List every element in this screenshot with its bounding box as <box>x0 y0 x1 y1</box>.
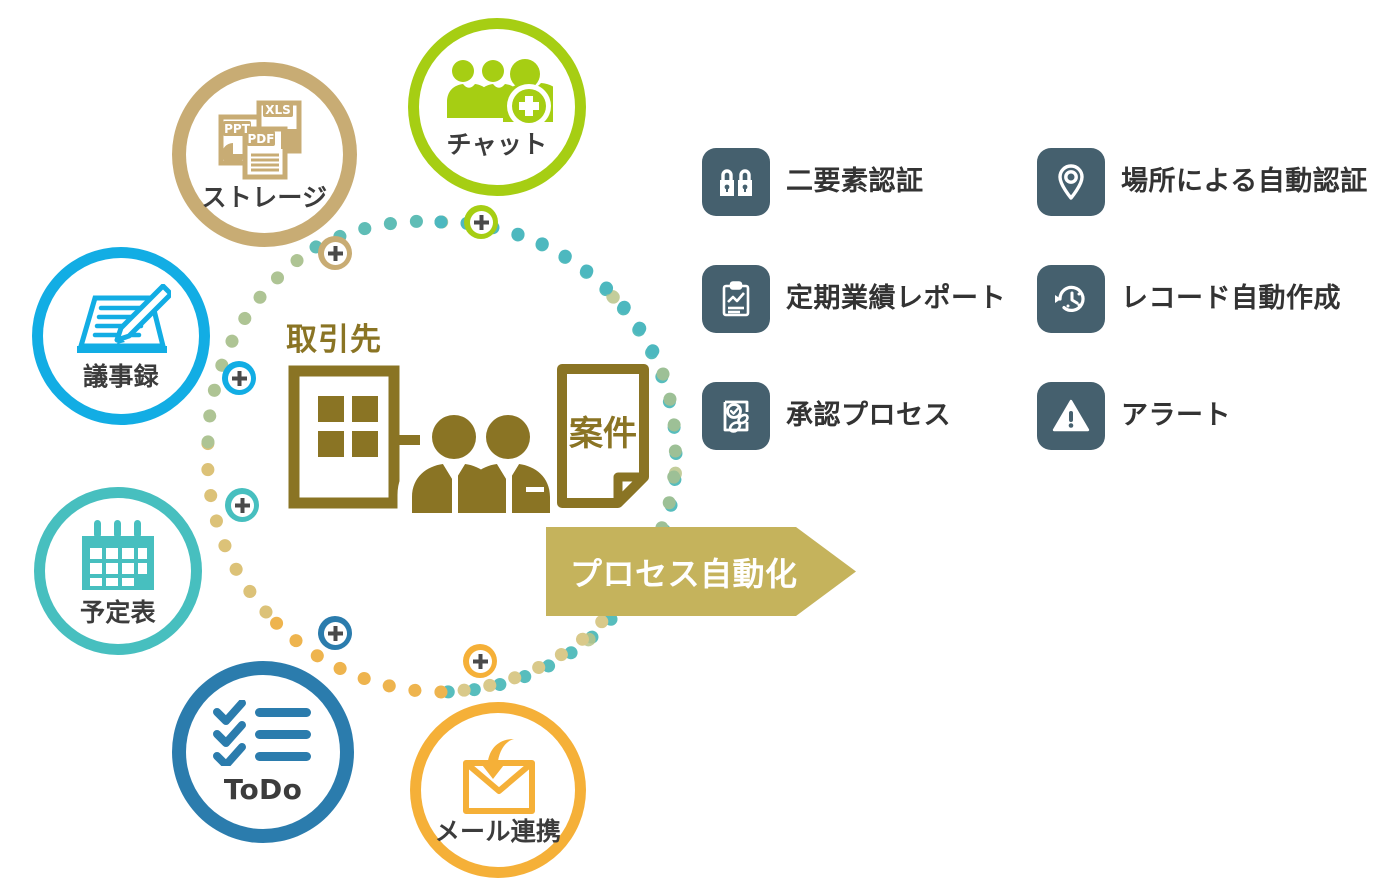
node-chat[interactable] <box>464 205 498 239</box>
bubble-minutes-inner: 議事録 <box>43 258 199 414</box>
plus-icon <box>469 210 493 234</box>
bubble-minutes[interactable]: 議事録 <box>32 247 210 425</box>
process-automation-label: プロセス自動化 <box>570 554 798 593</box>
clock-rewind-icon <box>1037 265 1105 333</box>
bubble-mail-inner: メール連携 <box>421 713 575 867</box>
center-cluster: 取引先 案件 <box>276 325 656 520</box>
center-illustration: 案件 <box>288 364 649 520</box>
bubble-storage[interactable]: XLS PPT PDF ストレージ <box>172 62 357 247</box>
notebook-pen-icon <box>71 283 171 360</box>
checklist-icon <box>213 700 313 766</box>
process-automation-arrow: プロセス自動化 <box>546 527 856 616</box>
double-lock-icon <box>702 148 770 216</box>
plus-icon <box>323 241 347 265</box>
people-icon <box>397 404 560 520</box>
mail-arrow-icon <box>452 737 544 815</box>
feature-two-factor-label: 二要素認証 <box>786 166 924 197</box>
bubble-schedule[interactable]: 予定表 <box>34 487 202 655</box>
feature-two-factor[interactable]: 二要素認証 <box>702 148 1037 265</box>
node-minutes[interactable] <box>222 361 256 395</box>
feature-alert-label: アラート <box>1121 400 1231 431</box>
feature-record-auto[interactable]: レコード自動作成 <box>1037 265 1384 382</box>
plus-icon <box>227 366 251 390</box>
bubble-todo[interactable]: ToDo <box>172 661 354 843</box>
center-title: 取引先 <box>286 322 382 358</box>
bubble-storage-inner: XLS PPT PDF ストレージ <box>186 76 343 233</box>
bubble-chat[interactable]: チャット <box>408 18 586 196</box>
bubble-mail-label: メール連携 <box>434 816 562 846</box>
approval-stamp-icon <box>702 382 770 450</box>
diagram-canvas: 取引先 案件 プロセス自動化 XLS PPT PDF ストレージ チャット 議事… <box>0 0 1384 892</box>
feature-periodic-report-label: 定期業績レポート <box>786 283 1006 314</box>
group-add-icon <box>441 58 553 130</box>
feature-alert[interactable]: アラート <box>1037 382 1384 499</box>
feature-row-1: 二要素認証 場所による自動認証 <box>702 148 1384 265</box>
map-pin-icon <box>1037 148 1105 216</box>
bubble-todo-inner: ToDo <box>186 675 340 829</box>
bubble-schedule-inner: 予定表 <box>45 498 191 644</box>
feature-approval-label: 承認プロセス <box>786 400 951 431</box>
plus-icon <box>323 621 347 645</box>
node-mail[interactable] <box>463 644 497 678</box>
feature-periodic-report[interactable]: 定期業績レポート <box>702 265 1037 382</box>
feature-approval[interactable]: 承認プロセス <box>702 382 1037 499</box>
bubble-schedule-label: 予定表 <box>80 597 156 627</box>
case-document-label: 案件 <box>569 414 637 454</box>
feature-location-auth[interactable]: 場所による自動認証 <box>1037 148 1384 265</box>
calendar-icon <box>78 518 158 594</box>
node-todo[interactable] <box>318 616 352 650</box>
plus-icon <box>230 493 254 517</box>
bubble-chat-inner: チャット <box>419 29 575 185</box>
node-storage[interactable] <box>318 236 352 270</box>
feature-location-auth-label: 場所による自動認証 <box>1121 166 1368 197</box>
bubble-todo-label: ToDo <box>223 773 303 806</box>
warning-triangle-icon <box>1037 382 1105 450</box>
clipboard-chart-icon <box>702 265 770 333</box>
documents-icon: XLS PPT PDF <box>213 99 317 181</box>
svg-text:PDF: PDF <box>247 132 274 146</box>
svg-text:XLS: XLS <box>265 103 291 117</box>
bubble-storage-label: ストレージ <box>201 183 328 212</box>
feature-row-2: 定期業績レポート レコード自動作成 <box>702 265 1384 382</box>
plus-icon <box>468 649 492 673</box>
feature-row-3: 承認プロセス アラート <box>702 382 1384 499</box>
feature-list: 二要素認証 場所による自動認証 定期業績レポート レコード自動作成 承認プロセス… <box>702 148 1384 499</box>
bubble-minutes-label: 議事録 <box>83 361 159 391</box>
bubble-mail[interactable]: メール連携 <box>410 702 586 878</box>
feature-record-auto-label: レコード自動作成 <box>1121 283 1341 314</box>
node-schedule[interactable] <box>225 488 259 522</box>
bubble-chat-label: チャット <box>446 129 548 159</box>
